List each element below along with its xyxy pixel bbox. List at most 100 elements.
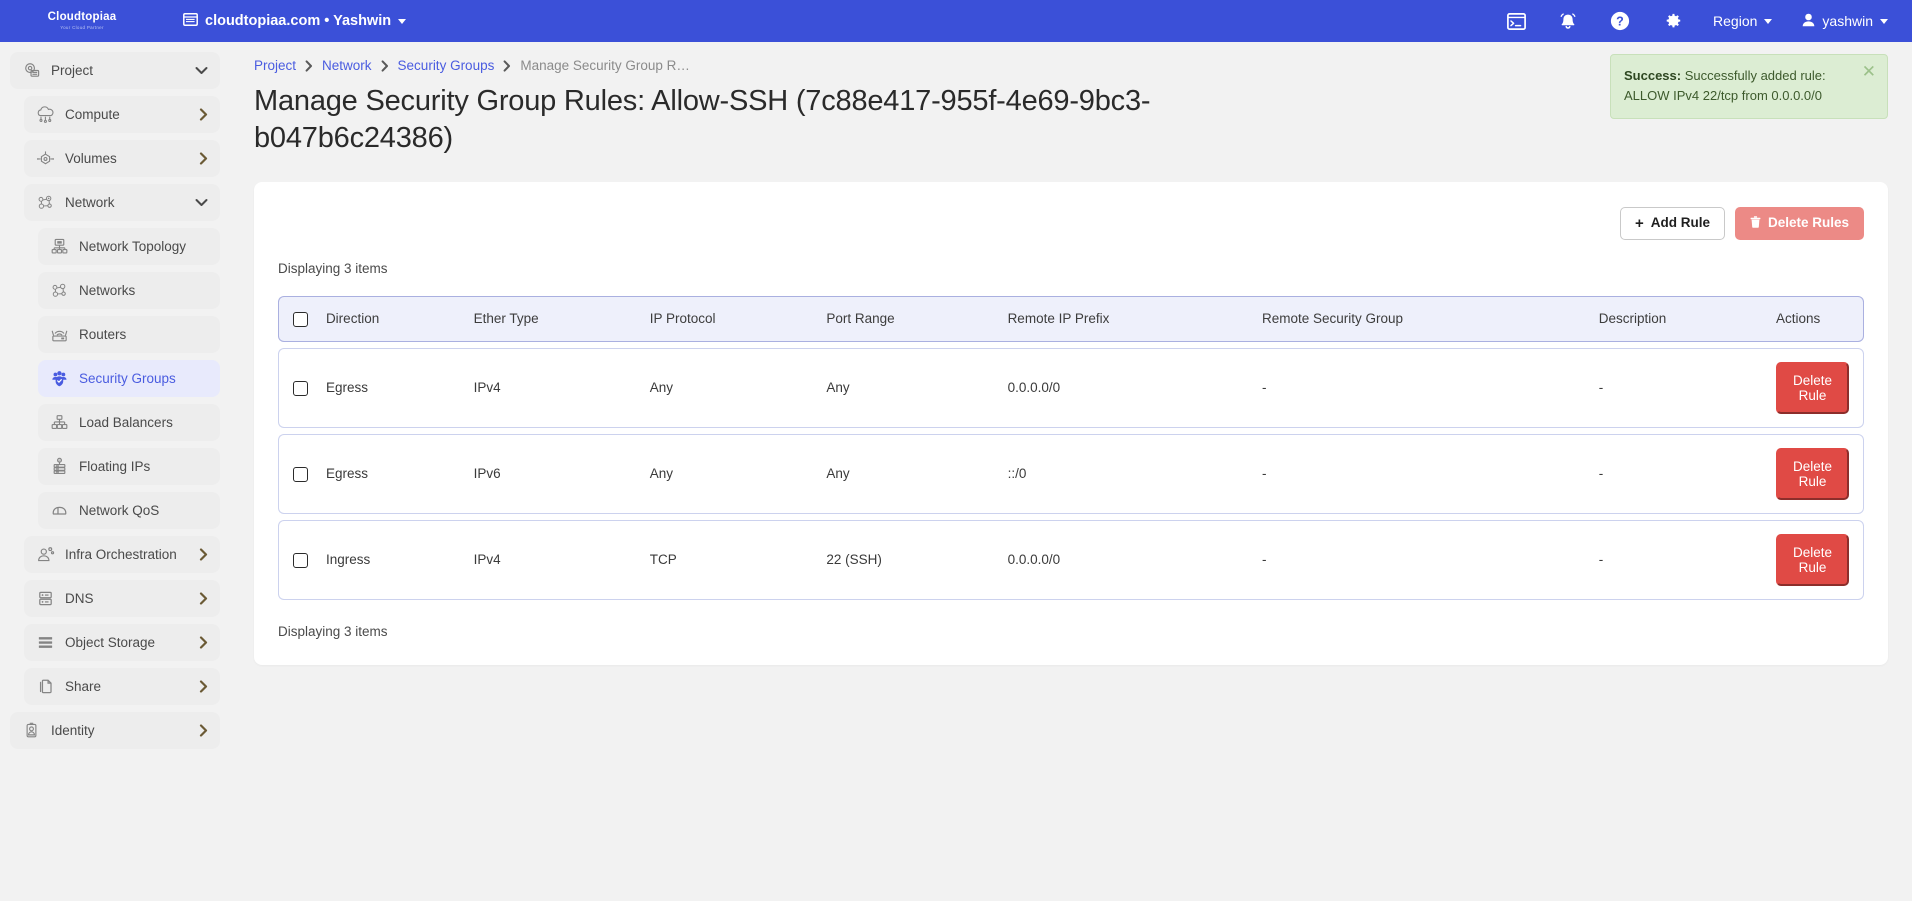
breadcrumb-link-network[interactable]: Network [322, 58, 372, 73]
row-actions-cell: Delete Rule [1768, 348, 1864, 428]
column-header-description: Description [1591, 296, 1768, 342]
sidebar-item-identity[interactable]: Identity [10, 712, 220, 749]
sidebar-item-network[interactable]: Network [24, 184, 220, 221]
compute-icon [36, 105, 55, 124]
cell-direction: Ingress [318, 520, 466, 600]
sidebar-item-project[interactable]: Project [10, 52, 220, 89]
networks-icon [50, 281, 69, 300]
object-storage-icon [36, 633, 55, 652]
column-header-direction: Direction [318, 296, 466, 342]
sidebar-item-network-topology[interactable]: Network Topology [38, 228, 220, 265]
breadcrumb-separator-icon [503, 60, 511, 72]
cell-remote-security-group: - [1254, 434, 1591, 514]
table-head: DirectionEther TypeIP ProtocolPort Range… [278, 296, 1864, 342]
column-header-ip-protocol: IP Protocol [642, 296, 819, 342]
sidebar-item-label: DNS [65, 591, 189, 606]
row-checkbox[interactable] [293, 467, 308, 482]
chevron-down-icon[interactable] [195, 66, 208, 75]
chevron-down-icon[interactable] [195, 198, 208, 207]
table-row: EgressIPv4AnyAny0.0.0.0/0-- Delete Rule [278, 348, 1864, 428]
gear-icon[interactable] [1661, 10, 1683, 32]
delete-rule-button[interactable]: Delete Rule [1776, 362, 1849, 414]
row-actions-cell: Delete Rule [1768, 434, 1864, 514]
row-select-cell [278, 520, 318, 600]
sidebar-item-floating-ips[interactable]: IP Floating IPs [38, 448, 220, 485]
region-selector[interactable]: Region [1713, 13, 1772, 29]
sidebar-item-object-storage[interactable]: Object Storage [24, 624, 220, 661]
floating-ip-icon: IP [50, 457, 69, 476]
chevron-down-icon [1880, 19, 1888, 24]
table-row: EgressIPv6AnyAny::/0-- Delete Rule [278, 434, 1864, 514]
table-header-row: DirectionEther TypeIP ProtocolPort Range… [278, 296, 1864, 342]
brand-logo[interactable]: Cloudtopiaa Your Cloud Partner [0, 12, 150, 31]
help-icon[interactable]: ? [1609, 10, 1631, 32]
bell-icon[interactable] [1557, 10, 1579, 32]
item-count-bottom: Displaying 3 items [278, 606, 1864, 639]
table-row: IngressIPv4TCP22 (SSH)0.0.0.0/0-- Delete… [278, 520, 1864, 600]
sidebar-item-label: Floating IPs [79, 459, 208, 474]
chevron-right-icon[interactable] [199, 724, 208, 737]
delete-rules-label: Delete Rules [1768, 216, 1849, 230]
chevron-right-icon[interactable] [199, 108, 208, 121]
alert-strong: Success: [1624, 68, 1681, 83]
sidebar-item-routers[interactable]: Routers [38, 316, 220, 353]
breadcrumb-current: Manage Security Group R… [520, 58, 690, 73]
chevron-right-icon[interactable] [199, 636, 208, 649]
sidebar-item-label: Networks [79, 283, 208, 298]
success-alert: ✕ Success: Successfully added rule: ALLO… [1610, 54, 1888, 119]
sidebar-item-network-qos[interactable]: Network QoS [38, 492, 220, 529]
cell-ether-type: IPv4 [466, 348, 642, 428]
cell-direction: Egress [318, 434, 466, 514]
delete-rule-button[interactable]: Delete Rule [1776, 534, 1849, 586]
svg-text:IP: IP [58, 458, 61, 462]
close-icon[interactable]: ✕ [1862, 63, 1876, 80]
main-content: Project Network Security Groups Manage Secu… [230, 42, 1912, 901]
sidebar-item-label: Project [51, 63, 185, 78]
cell-ether-type: IPv4 [466, 520, 642, 600]
chevron-right-icon[interactable] [199, 592, 208, 605]
sidebar-item-networks[interactable]: Networks [38, 272, 220, 309]
chevron-right-icon[interactable] [199, 548, 208, 561]
breadcrumb-link-project[interactable]: Project [254, 58, 296, 73]
delete-rules-button[interactable]: Delete Rules [1735, 207, 1864, 240]
cell-remote-ip-prefix: 0.0.0.0/0 [1000, 520, 1254, 600]
select-all-checkbox[interactable] [293, 312, 308, 327]
top-right-actions: ? Region yashwin [1505, 10, 1912, 32]
trash-icon [1750, 216, 1761, 231]
cell-ether-type: IPv6 [466, 434, 642, 514]
row-actions-cell: Delete Rule [1768, 520, 1864, 600]
sidebar-item-label: Infra Orchestration [65, 547, 189, 562]
sidebar-item-dns[interactable]: DNS [24, 580, 220, 617]
volumes-icon [36, 149, 55, 168]
chevron-right-icon[interactable] [199, 680, 208, 693]
sidebar-item-infra-orchestration[interactable]: Infra Orchestration [24, 536, 220, 573]
table-body: EgressIPv4AnyAny0.0.0.0/0-- Delete Rule … [278, 348, 1864, 600]
sidebar-item-label: Network [65, 195, 185, 210]
sidebar-item-volumes[interactable]: Volumes [24, 140, 220, 177]
cell-remote-ip-prefix: ::/0 [1000, 434, 1254, 514]
sidebar-item-share[interactable]: Share [24, 668, 220, 705]
user-label: yashwin [1822, 13, 1873, 29]
user-menu[interactable]: yashwin [1802, 13, 1888, 30]
console-icon[interactable] [1505, 10, 1527, 32]
breadcrumb-link-security-groups[interactable]: Security Groups [398, 58, 495, 73]
rules-panel: + Add Rule Delete Rules Displaying 3 ite… [254, 182, 1888, 665]
sidebar-item-label: Object Storage [65, 635, 189, 650]
add-rule-button[interactable]: + Add Rule [1620, 207, 1725, 240]
project-switcher[interactable]: cloudtopiaa.com • Yashwin [183, 13, 406, 30]
panel-actions: + Add Rule Delete Rules [278, 202, 1864, 240]
delete-rule-button[interactable]: Delete Rule [1776, 448, 1849, 500]
sidebar-item-security-groups[interactable]: Security Groups [38, 360, 220, 397]
cell-port-range: 22 (SSH) [818, 520, 999, 600]
brand-name: Cloudtopiaa [48, 12, 117, 24]
project-icon [22, 61, 41, 80]
row-checkbox[interactable] [293, 381, 308, 396]
sidebar-item-compute[interactable]: Compute [24, 96, 220, 133]
region-label: Region [1713, 13, 1757, 29]
column-header-port-range: Port Range [818, 296, 999, 342]
sidebar-item-load-balancers[interactable]: Load Balancers [38, 404, 220, 441]
chevron-right-icon[interactable] [199, 152, 208, 165]
load-balancer-icon [50, 413, 69, 432]
row-checkbox[interactable] [293, 553, 308, 568]
dns-icon [36, 589, 55, 608]
